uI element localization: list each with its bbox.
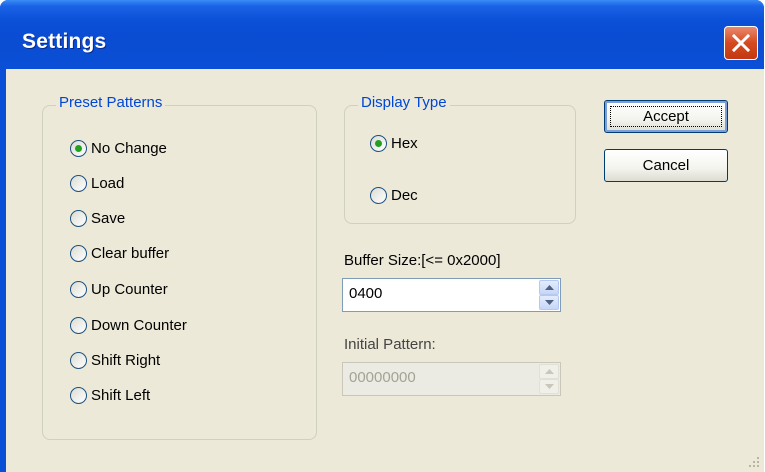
radio-dec[interactable]: Dec	[370, 187, 418, 204]
spin-buttons	[539, 280, 559, 310]
spin-buttons	[539, 364, 559, 394]
radio-indicator	[70, 140, 87, 157]
focus-rect	[610, 106, 722, 127]
radio-label: Hex	[391, 135, 418, 152]
buffer-size-stepper[interactable]	[342, 278, 561, 312]
radio-indicator	[370, 135, 387, 152]
radio-indicator	[70, 175, 87, 192]
display-type-legend: Display Type	[358, 94, 450, 111]
close-icon	[732, 34, 750, 52]
radio-preset-shift-left[interactable]: Shift Left	[70, 387, 150, 404]
radio-label: Dec	[391, 187, 418, 204]
radio-indicator	[370, 187, 387, 204]
radio-label: Down Counter	[91, 317, 187, 334]
initial-pattern-increment	[539, 364, 559, 379]
radio-label: Shift Right	[91, 352, 161, 369]
cancel-button[interactable]: Cancel	[604, 149, 728, 182]
radio-label: Clear buffer	[91, 245, 170, 262]
radio-indicator	[70, 352, 87, 369]
arrow-down-icon	[545, 300, 554, 305]
radio-indicator	[70, 317, 87, 334]
dialog-body: Preset Patterns No Change Load Save Clear b…	[6, 69, 764, 472]
radio-hex[interactable]: Hex	[370, 135, 418, 152]
radio-label: No Change	[91, 140, 167, 157]
arrow-up-icon	[545, 369, 554, 374]
radio-indicator	[70, 210, 87, 227]
radio-indicator	[70, 281, 87, 298]
radio-preset-save[interactable]: Save	[70, 210, 125, 227]
settings-window: Settings Preset Patterns No Change Load Sa…	[0, 0, 764, 472]
arrow-up-icon	[545, 285, 554, 290]
window-title: Settings	[22, 30, 107, 53]
resize-grip-icon[interactable]	[748, 456, 760, 468]
display-type-group	[344, 105, 576, 224]
buffer-size-label: Buffer Size:[<= 0x2000]	[344, 252, 501, 269]
radio-preset-no-change[interactable]: No Change	[70, 140, 167, 157]
radio-indicator	[70, 387, 87, 404]
initial-pattern-stepper	[342, 362, 561, 396]
radio-preset-shift-right[interactable]: Shift Right	[70, 352, 160, 369]
radio-label: Load	[91, 175, 125, 192]
accept-button[interactable]: Accept	[604, 100, 728, 133]
initial-pattern-input	[349, 369, 529, 386]
cancel-label: Cancel	[642, 157, 690, 174]
preset-patterns-legend: Preset Patterns	[56, 94, 166, 111]
buffer-size-increment[interactable]	[539, 280, 559, 295]
radio-preset-up-counter[interactable]: Up Counter	[70, 281, 168, 298]
buffer-size-decrement[interactable]	[539, 295, 559, 310]
arrow-down-icon	[545, 384, 554, 389]
radio-label: Save	[91, 210, 126, 227]
close-button[interactable]	[724, 26, 758, 60]
radio-label: Shift Left	[91, 387, 151, 404]
radio-indicator	[70, 245, 87, 262]
initial-pattern-label: Initial Pattern:	[344, 336, 436, 353]
radio-preset-down-counter[interactable]: Down Counter	[70, 317, 187, 334]
initial-pattern-decrement	[539, 379, 559, 394]
radio-label: Up Counter	[91, 281, 168, 298]
buffer-size-input[interactable]	[349, 285, 529, 302]
radio-preset-load[interactable]: Load	[70, 175, 124, 192]
radio-preset-clear-buffer[interactable]: Clear buffer	[70, 245, 169, 262]
